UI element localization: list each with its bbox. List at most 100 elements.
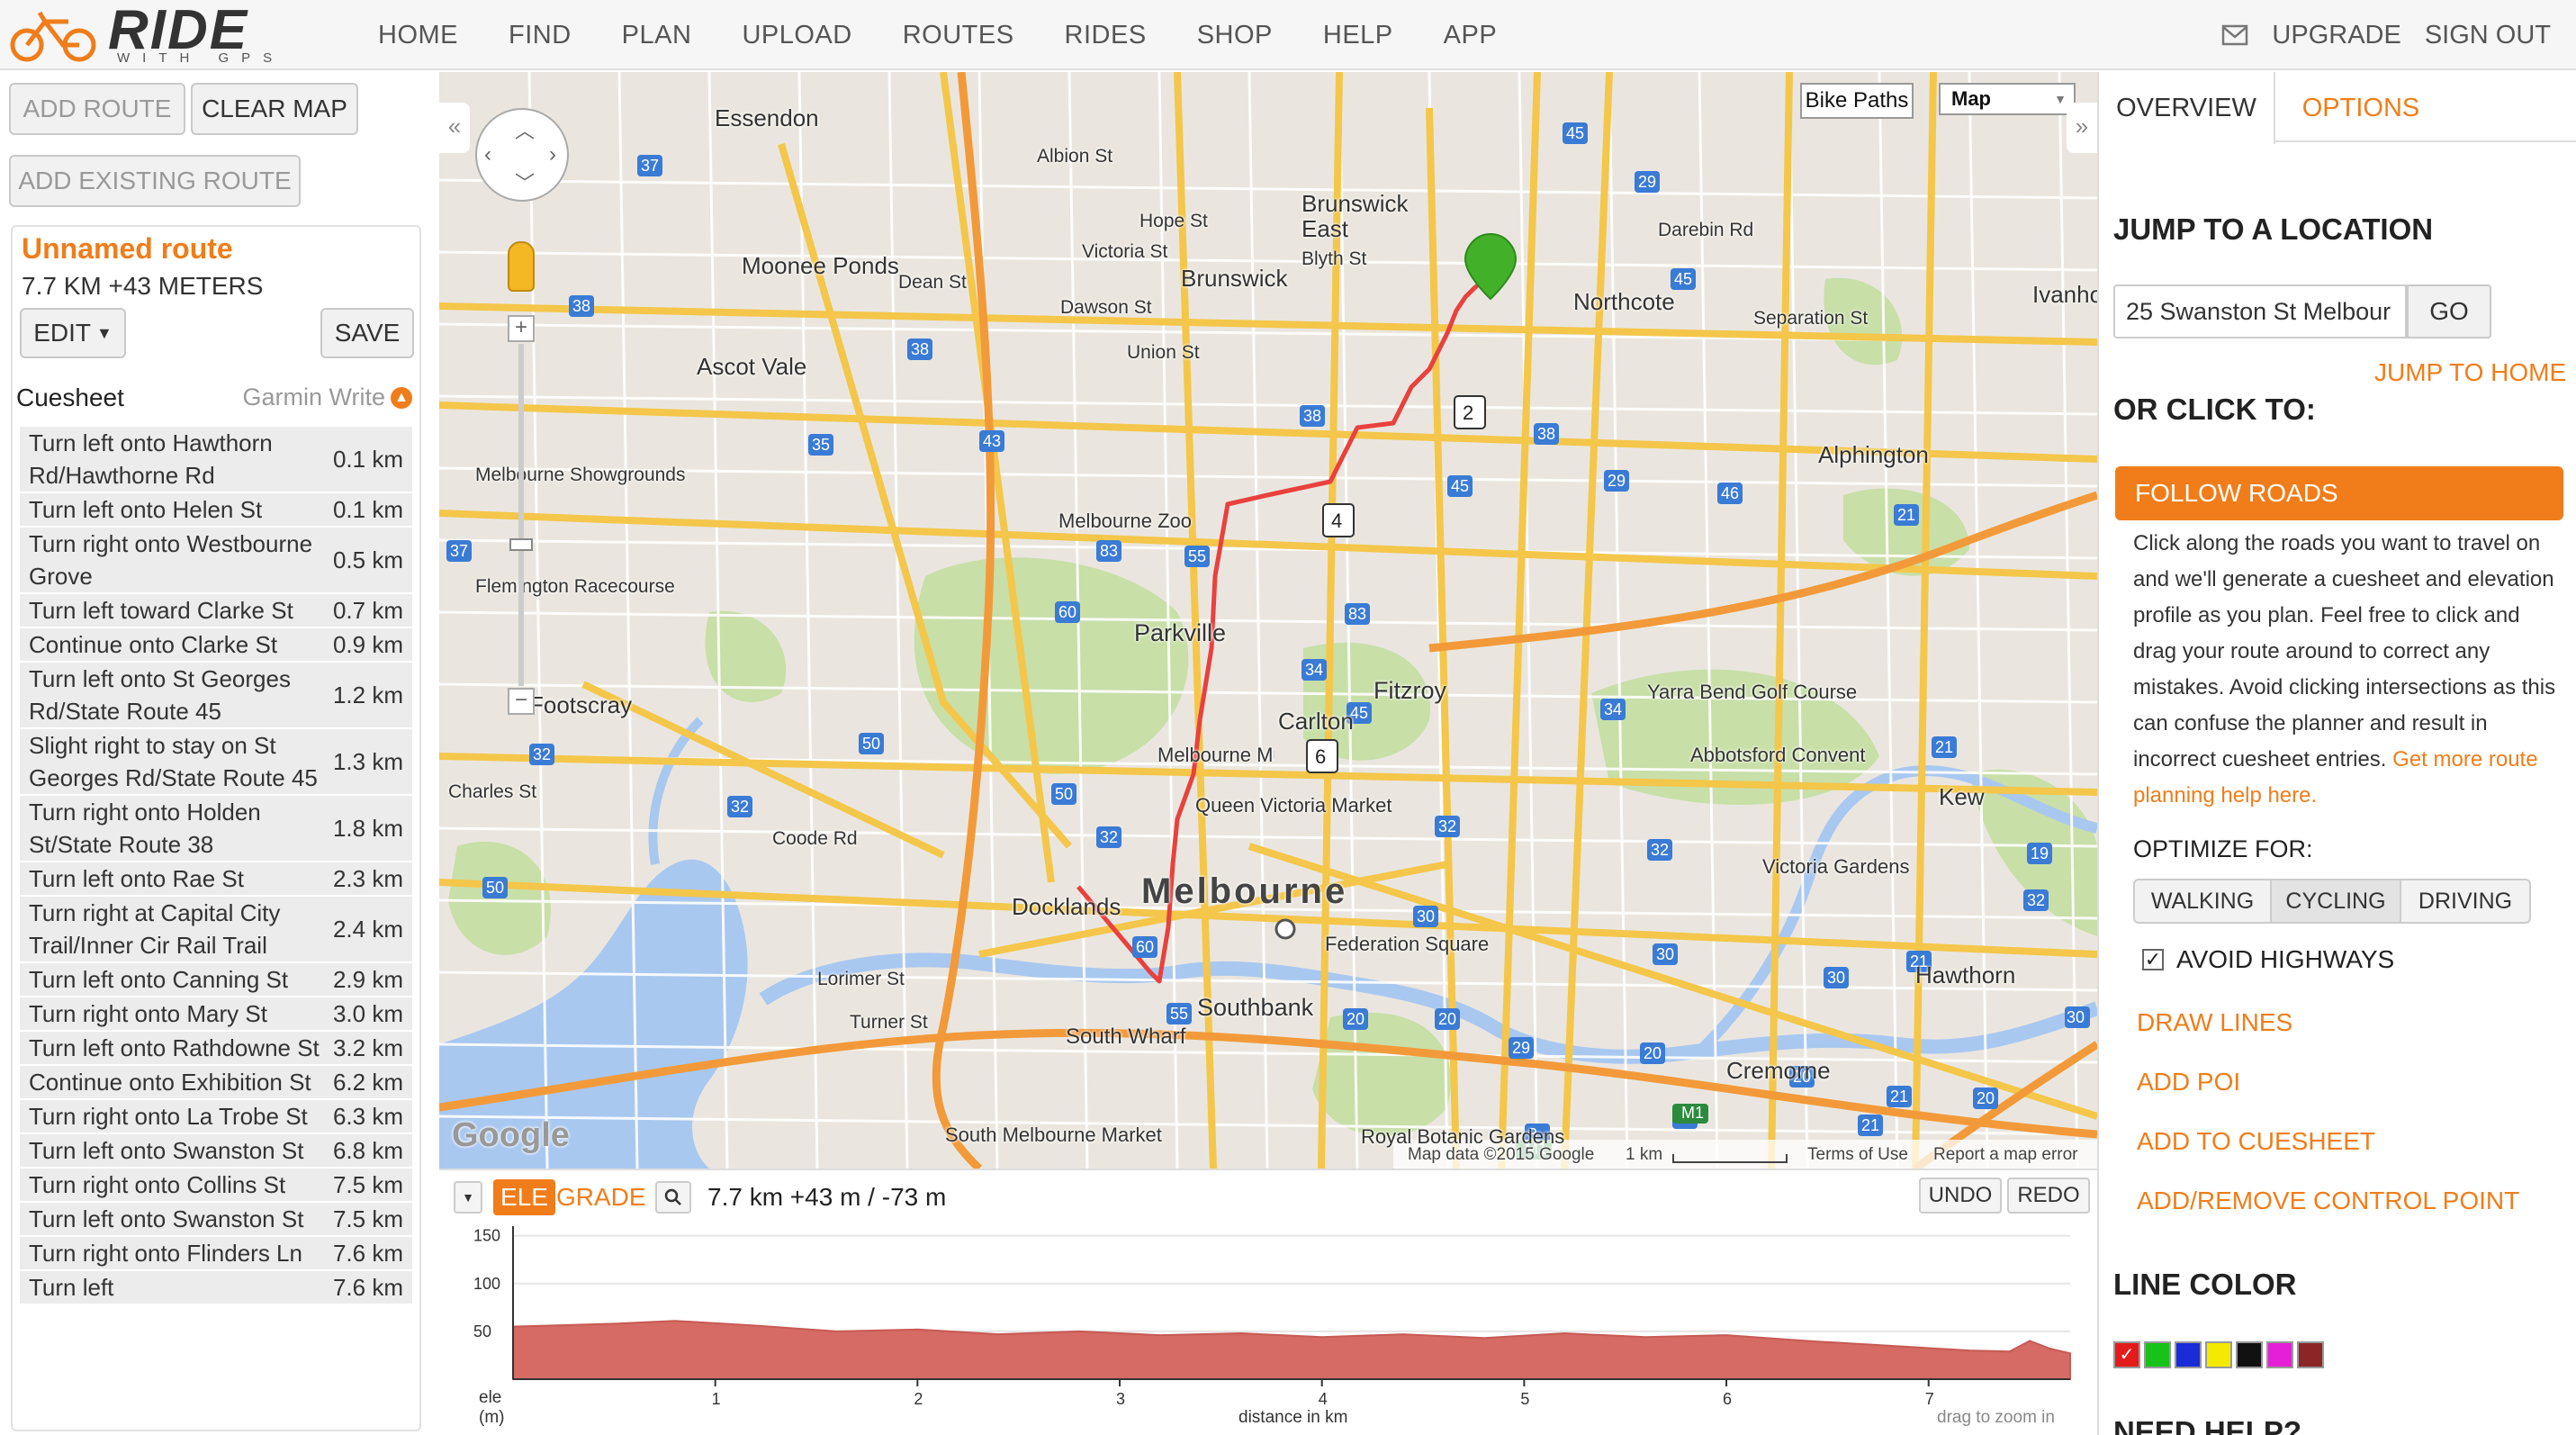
- cue-row[interactable]: Turn left onto Canning St 2.9 km: [20, 963, 412, 997]
- cue-row[interactable]: Turn right at Capital City Trail/Inner C…: [20, 897, 412, 963]
- elevation-chart[interactable]: 150 100 50 1 2 3 4 5 6 7: [439, 1221, 2097, 1435]
- collapse-elevation-button[interactable]: ▼: [454, 1181, 482, 1214]
- avoid-highways-row[interactable]: ✓ AVOID HIGHWAYS: [2142, 945, 2394, 974]
- nav-plan[interactable]: PLAN: [622, 21, 692, 50]
- help-body: Click along the roads you want to travel…: [2133, 531, 2556, 772]
- cue-row[interactable]: Turn left onto St Georges Rd/State Route…: [20, 663, 412, 729]
- line-color-heading: LINE COLOR: [2113, 1268, 2297, 1301]
- color-swatch[interactable]: [2297, 1341, 2324, 1368]
- mail-icon[interactable]: [2221, 24, 2248, 46]
- color-swatch[interactable]: [2144, 1341, 2171, 1368]
- upgrade-link[interactable]: UPGRADE: [2272, 21, 2400, 50]
- route-name[interactable]: Unnamed route: [22, 232, 233, 266]
- zoom-track[interactable]: [518, 344, 524, 686]
- svg-text:30: 30: [1417, 907, 1435, 925]
- nav-upload[interactable]: UPLOAD: [742, 21, 851, 50]
- pan-left-icon[interactable]: ‹: [484, 142, 491, 167]
- svg-text:19: 19: [2031, 844, 2049, 862]
- nav-rides[interactable]: RIDES: [1065, 21, 1147, 50]
- nav-app[interactable]: APP: [1444, 21, 1498, 50]
- cue-row[interactable]: Turn left onto Rathdowne St 3.2 km: [20, 1032, 412, 1066]
- pan-up-icon[interactable]: ︿: [515, 115, 535, 144]
- svg-text:32: 32: [731, 798, 749, 816]
- checkbox-checked-icon[interactable]: ✓: [2142, 949, 2164, 970]
- zoom-in-button[interactable]: +: [508, 315, 535, 342]
- tab-overview[interactable]: OVERVIEW: [2099, 72, 2275, 144]
- go-button[interactable]: GO: [2407, 284, 2491, 338]
- cue-row[interactable]: Turn right onto Flinders Ln 7.6 km: [20, 1237, 412, 1271]
- zoom-handle[interactable]: [509, 538, 533, 551]
- draw-lines-link[interactable]: DRAW LINES: [2137, 1008, 2292, 1037]
- mode-driving[interactable]: DRIVING: [2400, 879, 2531, 924]
- collapse-right-icon[interactable]: »: [2067, 103, 2097, 153]
- color-swatch[interactable]: [2266, 1341, 2293, 1368]
- zoom-elevation-button[interactable]: [655, 1181, 691, 1214]
- color-swatch[interactable]: [2175, 1341, 2202, 1368]
- logo[interactable]: RIDE WITH GPS: [9, 0, 324, 67]
- cue-row[interactable]: Turn left toward Clarke St 0.7 km: [20, 594, 412, 628]
- add-poi-link[interactable]: ADD POI: [2137, 1068, 2240, 1097]
- cue-row[interactable]: Continue onto Clarke St 0.9 km: [20, 628, 412, 663]
- collapse-left-icon[interactable]: «: [439, 103, 470, 153]
- nav-home[interactable]: HOME: [378, 21, 458, 50]
- cue-row[interactable]: Turn right onto Westbourne Grove 0.5 km: [20, 528, 412, 594]
- pan-down-icon[interactable]: ﹀: [515, 167, 535, 196]
- add-route-button[interactable]: ADD ROUTE: [9, 83, 185, 135]
- zoom-out-button[interactable]: −: [508, 688, 535, 715]
- bike-paths-toggle[interactable]: Bike Paths: [1800, 83, 1914, 119]
- save-button[interactable]: SAVE: [320, 308, 414, 358]
- cue-row[interactable]: Continue onto Exhibition St 6.2 km: [20, 1066, 412, 1100]
- cue-instruction: Turn left onto Rae St: [29, 865, 244, 892]
- map-scale-bar: [1672, 1154, 1788, 1163]
- terms-link[interactable]: Terms of Use: [1807, 1145, 1908, 1165]
- color-swatch[interactable]: ✓: [2113, 1341, 2140, 1368]
- tab-options[interactable]: OPTIONS: [2277, 72, 2445, 144]
- nav-find[interactable]: FIND: [509, 21, 572, 50]
- cue-row[interactable]: Turn left onto Rae St 2.3 km: [20, 862, 412, 897]
- nav-help[interactable]: HELP: [1323, 21, 1393, 50]
- pan-right-icon[interactable]: ›: [549, 142, 556, 167]
- location-input[interactable]: [2113, 284, 2407, 338]
- cue-distance: 7.5 km: [332, 1170, 403, 1198]
- map-label-northcote: Northcote: [1573, 288, 1675, 315]
- zoom-slider[interactable]: + −: [508, 315, 535, 720]
- edit-dropdown[interactable]: EDIT ▼: [20, 308, 126, 358]
- color-swatch[interactable]: [2236, 1341, 2263, 1368]
- cue-row[interactable]: Turn right onto Mary St 3.0 km: [20, 997, 412, 1032]
- cue-row[interactable]: Turn right onto Holden St/State Route 38…: [20, 796, 412, 862]
- mode-cycling[interactable]: CYCLING: [2270, 879, 2401, 924]
- cue-row[interactable]: Turn left onto Swanston St 6.8 km: [20, 1134, 412, 1169]
- tab-elevation[interactable]: ELE: [493, 1179, 555, 1215]
- mode-walking[interactable]: WALKING: [2133, 879, 2272, 924]
- nav-shop[interactable]: SHOP: [1197, 21, 1273, 50]
- undo-button[interactable]: UNDO: [1919, 1178, 2002, 1214]
- app: RIDE WITH GPS HOME FIND PLAN UPLOAD ROUT…: [0, 0, 2576, 1435]
- jump-home-link[interactable]: JUMP TO HOME: [2374, 358, 2566, 387]
- map[interactable]: 2 4 6 45 29 37 38 38 35 43 38 38 45 29 4…: [439, 72, 2097, 1169]
- follow-roads-button[interactable]: FOLLOW ROADS: [2115, 466, 2563, 520]
- add-existing-route-button[interactable]: ADD EXISTING ROUTE: [9, 155, 301, 207]
- tab-grade[interactable]: GRADE: [556, 1179, 646, 1215]
- map-label-coode-rd: Coode Rd: [772, 828, 858, 849]
- pegman-icon[interactable]: [508, 241, 535, 292]
- redo-button[interactable]: REDO: [2007, 1178, 2090, 1214]
- cue-row[interactable]: Turn left onto Swanston St 7.5 km: [20, 1203, 412, 1237]
- nav-routes[interactable]: ROUTES: [903, 21, 1014, 50]
- signout-link[interactable]: SIGN OUT: [2425, 21, 2551, 50]
- cue-row[interactable]: Turn right onto Collins St 7.5 km: [20, 1169, 412, 1203]
- map-type-select[interactable]: Map ▼: [1939, 83, 2076, 115]
- clear-map-button[interactable]: CLEAR MAP: [191, 83, 358, 135]
- cue-row[interactable]: Turn right onto La Trobe St 6.3 km: [20, 1100, 412, 1134]
- cue-row[interactable]: Turn left onto Hawthorn Rd/Hawthorne Rd 0…: [20, 427, 412, 493]
- color-swatch[interactable]: [2205, 1341, 2232, 1368]
- garmin-write-link[interactable]: Garmin Write ▲: [242, 384, 412, 411]
- pan-control[interactable]: ︿ ﹀ ‹ ›: [475, 108, 569, 202]
- cue-instruction: Turn right onto Westbourne Grove: [29, 530, 313, 590]
- report-error-link[interactable]: Report a map error: [1933, 1145, 2078, 1165]
- cue-row[interactable]: Turn left onto Helen St 0.1 km: [20, 493, 412, 528]
- add-to-cuesheet-link[interactable]: ADD TO CUESHEET: [2137, 1127, 2375, 1156]
- cue-row[interactable]: Turn left 7.6 km: [20, 1271, 412, 1305]
- add-remove-control-point-link[interactable]: ADD/REMOVE CONTROL POINT: [2137, 1187, 2519, 1215]
- cue-row[interactable]: Slight right to stay on St Georges Rd/St…: [20, 729, 412, 796]
- svg-text:30: 30: [1656, 945, 1674, 963]
